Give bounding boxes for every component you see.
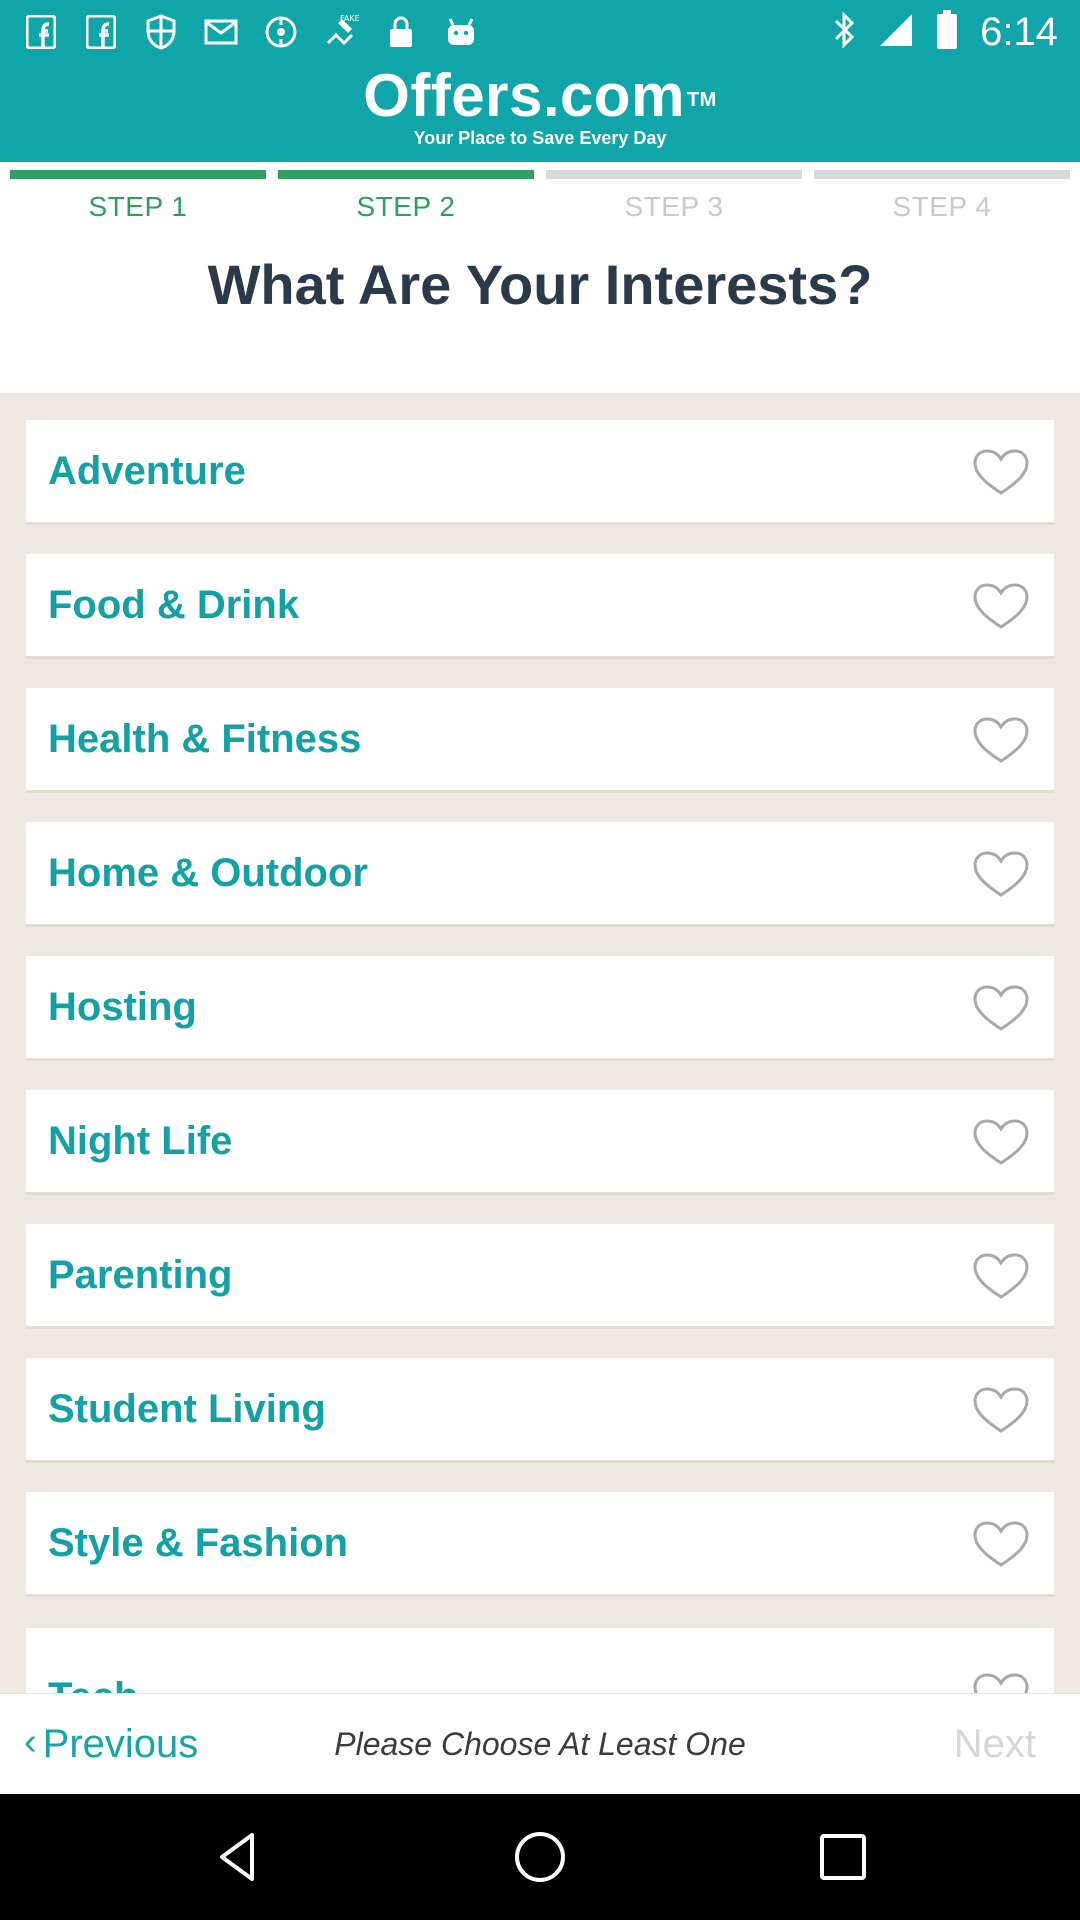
android-icon [442,13,480,51]
interest-label: Student Living [48,1386,326,1431]
svg-text:FAKE: FAKE [340,14,360,23]
system-nav-bar [0,1794,1080,1920]
heart-outline-icon[interactable] [972,448,1030,496]
status-time: 6:14 [980,9,1058,54]
bluetooth-icon [832,11,856,53]
wizard-footer: ‹ Previous Please Choose At Least One Ne… [0,1693,1080,1795]
step-progress: STEP 1 STEP 2 STEP 3 STEP 4 [10,170,1070,223]
interest-label: Adventure [48,448,246,493]
choose-hint: Please Choose At Least One [334,1726,746,1762]
interest-label: Parenting [48,1252,233,1297]
step-2-label: STEP 2 [356,191,456,222]
interest-item-food-drink[interactable]: Food & Drink [26,554,1054,656]
facebook-icon [82,13,120,51]
page-title: What Are Your Interests? [207,253,873,316]
step-4-bar [814,170,1070,179]
fake-gps-icon: FAKE [322,13,360,51]
step-2-bar [278,170,534,179]
home-icon[interactable] [510,1827,570,1887]
logo-tagline: Your Place to Save Every Day [413,128,667,148]
heart-outline-icon[interactable] [972,1672,1030,1693]
interest-label: Style & Fashion [48,1520,349,1565]
heart-outline-icon[interactable] [972,1520,1030,1568]
step-4-label: STEP 4 [892,191,992,222]
signal-icon [878,12,914,52]
step-1: STEP 1 [10,170,266,223]
logo-trademark: TM [686,89,717,111]
interest-item-parenting[interactable]: Parenting [26,1224,1054,1326]
offers-logo: Offers.com TM Your Place to Save Every Da… [0,66,1080,149]
interest-item-style-fashion[interactable]: Style & Fashion [26,1492,1054,1594]
shield-icon [142,13,180,51]
interest-item-health-fitness[interactable]: Health & Fitness [26,688,1054,790]
step-2: STEP 2 [278,170,534,223]
heart-outline-icon[interactable] [972,1118,1030,1166]
interest-item-student-living[interactable]: Student Living [26,1358,1054,1460]
interest-label: Night Life [48,1118,233,1163]
step-3-bar [546,170,802,179]
battery-icon [936,10,958,54]
interest-list[interactable]: Adventure Food & Drink Health & Fitness … [0,393,1080,1693]
next-button[interactable]: Next [954,1694,1036,1795]
interest-item-adventure[interactable]: Adventure [26,420,1054,522]
heart-outline-icon[interactable] [972,582,1030,630]
heart-outline-icon[interactable] [972,850,1030,898]
status-bar-left: FAKE [22,10,480,54]
interest-label: Tech [48,1675,138,1694]
lock-icon [382,13,420,51]
step-1-label: STEP 1 [88,191,188,222]
heart-outline-icon[interactable] [972,716,1030,764]
step-3: STEP 3 [546,170,802,223]
interest-item-night-life[interactable]: Night Life [26,1090,1054,1192]
interest-label: Hosting [48,984,197,1029]
heart-outline-icon[interactable] [972,1386,1030,1434]
interest-item-home-outdoor[interactable]: Home & Outdoor [26,822,1054,924]
status-bar-right: 6:14 [832,8,1058,56]
app-header: FAKE 6:14 Offers.com TM Your Place to Sav… [0,0,1080,162]
step-3-label: STEP 3 [624,191,724,222]
interest-label: Food & Drink [48,582,300,627]
hotspot-icon [262,13,300,51]
heart-outline-icon[interactable] [972,984,1030,1032]
interest-label: Health & Fitness [48,716,362,761]
logo-brand: Offers.com [363,62,685,129]
interest-item-tech[interactable]: Tech [26,1628,1054,1693]
interest-item-hosting[interactable]: Hosting [26,956,1054,1058]
interest-label: Home & Outdoor [48,850,368,895]
heart-outline-icon[interactable] [972,1252,1030,1300]
step-1-bar [10,170,266,179]
facebook-icon [22,13,60,51]
step-4: STEP 4 [814,170,1070,223]
back-icon[interactable] [208,1827,268,1887]
recents-icon[interactable] [813,1827,873,1887]
mail-icon [202,13,240,51]
